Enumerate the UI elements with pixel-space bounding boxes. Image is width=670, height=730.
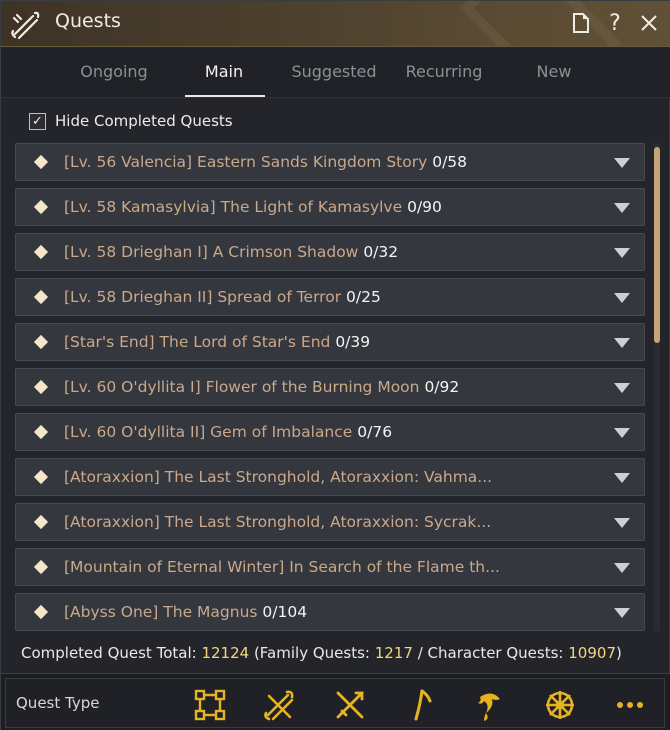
quest-title: [Lv. 56 Valencia] Eastern Sands Kingdom … [64, 153, 468, 171]
character-count: 10907 [568, 644, 616, 662]
quest-count: 0/25 [346, 288, 381, 306]
expand-arrow-icon[interactable] [614, 563, 630, 573]
tab-recurring[interactable]: Recurring [389, 62, 499, 81]
expand-arrow-icon[interactable] [614, 608, 630, 618]
window-title: Quests [55, 10, 121, 32]
diamond-bullet-icon [33, 559, 49, 575]
combat-swords-icon[interactable] [332, 687, 368, 723]
total-count: 12124 [201, 644, 250, 662]
quest-window: Quests ? Ongoing Main Suggested Recurrin… [0, 0, 670, 730]
question-icon: ? [609, 10, 621, 36]
quest-title: [Atoraxxion] The Last Stronghold, Atorax… [64, 468, 493, 486]
diamond-bullet-icon [33, 514, 49, 530]
diamond-bullet-icon [33, 469, 49, 485]
quest-title: [Lv. 58 Drieghan I] A Crimson Shadow 0/3… [64, 243, 399, 261]
expand-arrow-icon[interactable] [614, 518, 630, 528]
quest-row[interactable]: [Lv. 58 Drieghan II] Spread of Terror 0/… [15, 278, 645, 316]
sailing-wheel-icon[interactable] [542, 687, 578, 723]
hide-completed-checkbox[interactable]: ✓ [29, 112, 46, 130]
quest-row[interactable]: [Lv. 56 Valencia] Eastern Sands Kingdom … [15, 143, 645, 181]
diamond-bullet-icon [33, 424, 49, 440]
diamond-bullet-icon [33, 604, 49, 620]
hide-completed-label: Hide Completed Quests [55, 112, 233, 130]
quest-title: [Lv. 58 Kamasylvia] The Light of Kamasyl… [64, 198, 442, 216]
quest-row[interactable]: [Atoraxxion] The Last Stronghold, Atorax… [15, 503, 645, 541]
note-button[interactable] [567, 9, 595, 37]
quest-scroll-icon [11, 11, 40, 40]
quest-type-panel: Quest Type [5, 678, 665, 728]
help-button[interactable]: ? [601, 9, 629, 37]
expand-arrow-icon[interactable] [614, 338, 630, 348]
checkmark-icon: ✓ [32, 113, 43, 129]
diamond-bullet-icon [33, 199, 49, 215]
quest-title: [Mountain of Eternal Winter] In Search o… [64, 558, 500, 576]
expand-arrow-icon[interactable] [614, 428, 630, 438]
expand-arrow-icon[interactable] [614, 203, 630, 213]
fishing-icon[interactable] [472, 687, 508, 723]
quest-row[interactable]: [Lv. 60 O'dyllita II] Gem of Imbalance 0… [15, 413, 645, 451]
quest-count: 0/32 [363, 243, 399, 261]
diamond-bullet-icon [33, 289, 49, 305]
quest-row[interactable]: [Atoraxxion] The Last Stronghold, Atorax… [15, 458, 645, 496]
document-icon [573, 13, 589, 33]
diamond-bullet-icon [33, 154, 49, 170]
quest-title: [Atoraxxion] The Last Stronghold, Atorax… [64, 513, 492, 531]
more-icon[interactable] [612, 687, 648, 723]
close-icon [641, 15, 657, 31]
expand-arrow-icon[interactable] [614, 293, 630, 303]
gathering-pick-icon[interactable] [402, 687, 438, 723]
close-button[interactable] [635, 9, 663, 37]
quest-row[interactable]: [Mountain of Eternal Winter] In Search o… [15, 548, 645, 586]
quest-count: 0/104 [262, 603, 308, 621]
quest-count: 0/39 [335, 333, 371, 351]
title-bar[interactable]: Quests ? [1, 1, 670, 47]
tab-bar: Ongoing Main Suggested Recurring New [1, 48, 670, 98]
quest-title: [Lv. 60 O'dyllita II] Gem of Imbalance 0… [64, 423, 393, 441]
quest-count: 0/92 [424, 378, 460, 396]
expand-arrow-icon[interactable] [614, 158, 630, 168]
quest-row[interactable]: [Abyss One] The Magnus 0/104 [15, 593, 645, 631]
quest-title: [Lv. 60 O'dyllita I] Flower of the Burni… [64, 378, 460, 396]
quest-count: 0/90 [407, 198, 442, 216]
trade-quest-icon[interactable] [262, 687, 298, 723]
completed-quest-total: Completed Quest Total: 12124 (Family Que… [21, 644, 622, 662]
quest-count: 0/58 [432, 153, 468, 171]
quest-row[interactable]: [Lv. 60 O'dyllita I] Flower of the Burni… [15, 368, 645, 406]
tab-main[interactable]: Main [169, 62, 279, 81]
expand-arrow-icon[interactable] [614, 248, 630, 258]
tab-new[interactable]: New [499, 62, 609, 81]
tab-ongoing[interactable]: Ongoing [59, 62, 169, 81]
scrollbar-thumb[interactable] [654, 147, 660, 343]
quest-row[interactable]: [Lv. 58 Drieghan I] A Crimson Shadow 0/3… [15, 233, 645, 271]
quest-title: [Star's End] The Lord of Star's End 0/39 [64, 333, 371, 351]
diamond-bullet-icon [33, 244, 49, 260]
diamond-bullet-icon [33, 379, 49, 395]
combat-quest-icon[interactable] [192, 687, 228, 723]
quest-title: [Lv. 58 Drieghan II] Spread of Terror 0/… [64, 288, 381, 306]
expand-arrow-icon[interactable] [614, 383, 630, 393]
diamond-bullet-icon [33, 334, 49, 350]
quest-title: [Abyss One] The Magnus 0/104 [64, 603, 308, 621]
quest-row[interactable]: [Star's End] The Lord of Star's End 0/39 [15, 323, 645, 361]
quest-count: 0/76 [357, 423, 393, 441]
active-tab-indicator [185, 95, 265, 97]
quest-row[interactable]: [Lv. 58 Kamasylvia] The Light of Kamasyl… [15, 188, 645, 226]
tab-suggested[interactable]: Suggested [279, 62, 389, 81]
hide-completed-toggle[interactable]: ✓ Hide Completed Quests [29, 111, 233, 131]
quest-type-label: Quest Type [16, 694, 100, 712]
quest-type-bar: Quest Type [1, 673, 670, 730]
family-count: 1217 [374, 644, 413, 662]
title-decoration [459, 1, 623, 46]
expand-arrow-icon[interactable] [614, 473, 630, 483]
